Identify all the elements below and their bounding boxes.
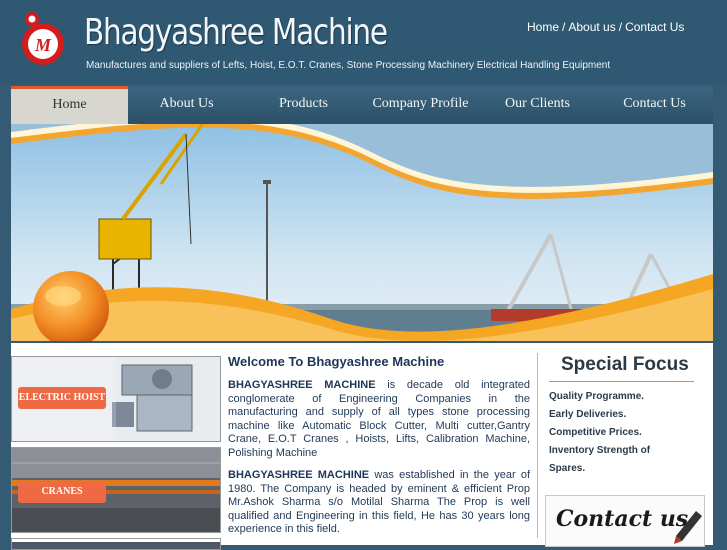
nav-products[interactable]: Products — [245, 86, 362, 124]
special-focus-list: Quality Programme. Early Deliveries. Com… — [549, 388, 689, 478]
focus-item: Early Deliveries. — [549, 409, 627, 420]
site-tagline: Manufactures and suppliers of Lefts, Hoi… — [86, 60, 611, 71]
top-link-contact[interactable]: Contact Us — [625, 20, 684, 34]
logo-icon[interactable]: M — [20, 11, 66, 67]
welcome-heading: Welcome To Bhagyashree Machine — [228, 354, 445, 369]
site-title: Bhagyashree Machine — [84, 12, 388, 53]
site-header: M Bhagyashree Machine Manufactures and s… — [0, 0, 727, 84]
history-paragraph: BHAGYASHREE MACHINE was established in t… — [228, 469, 530, 537]
top-link-about[interactable]: About us — [568, 20, 615, 34]
link-separator: / — [618, 20, 623, 34]
intro-paragraph: BHAGYASHREE MACHINE is decade old integr… — [228, 379, 530, 461]
harbor-cranes-image — [11, 124, 713, 341]
nav-home[interactable]: Home — [11, 86, 128, 124]
company-name-bold: BHAGYASHREE MACHINE — [228, 469, 370, 481]
contact-us-banner[interactable]: Contact us — [545, 495, 705, 547]
cranes-label: CRANES — [18, 481, 106, 503]
link-separator: / — [562, 20, 566, 34]
main-nav: Home About Us Products Company Profile O… — [11, 86, 713, 124]
contact-us-image: Contact us — [556, 506, 702, 544]
product-thumb-cranes[interactable]: CRANES — [11, 447, 221, 533]
svg-text:M: M — [34, 35, 52, 55]
nav-about-us[interactable]: About Us — [128, 86, 245, 124]
contact-us-text: Contact us — [556, 506, 688, 532]
electric-hoist-label: ELECTRIC HOIST — [18, 387, 106, 409]
product-thumb-electric-hoist[interactable]: ELECTRIC HOIST — [11, 356, 221, 442]
column-divider — [537, 353, 538, 538]
nav-our-clients[interactable]: Our Clients — [479, 86, 596, 124]
nav-company-profile[interactable]: Company Profile — [362, 86, 479, 124]
special-focus-heading: Special Focus — [561, 354, 689, 375]
product-image — [12, 542, 220, 549]
top-links: Home / About us / Contact Us — [527, 20, 684, 34]
heading-rule — [549, 381, 694, 382]
nav-contact-us[interactable]: Contact Us — [596, 86, 713, 124]
focus-item: Competitive Prices. — [549, 427, 642, 438]
top-link-home[interactable]: Home — [527, 20, 559, 34]
product-thumb-next[interactable] — [11, 538, 221, 550]
focus-item: Inventory Strength of Spares. — [549, 445, 651, 474]
focus-item: Quality Programme. — [549, 391, 645, 402]
hero-banner — [11, 124, 713, 341]
content-area: ELECTRIC HOIST CRANES Welcome To Bhagyas… — [11, 343, 713, 550]
company-name-bold: BHAGYASHREE MACHINE — [228, 379, 376, 391]
